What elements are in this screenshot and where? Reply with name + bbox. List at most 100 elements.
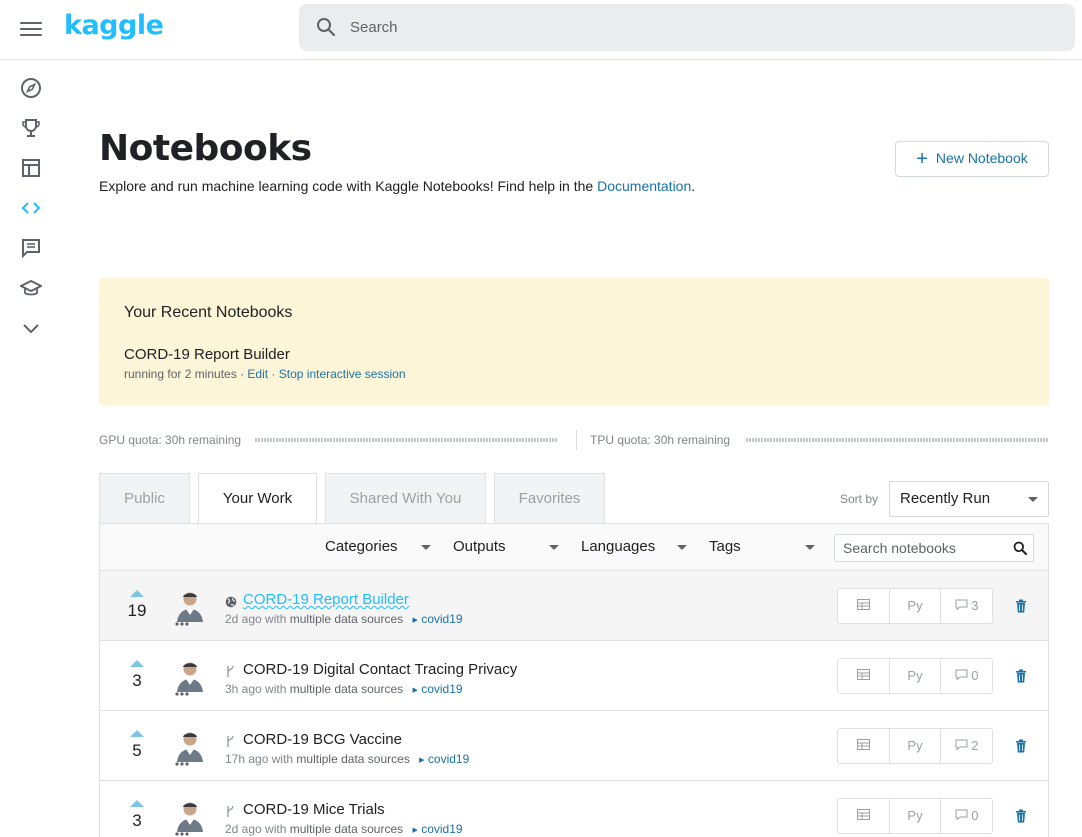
stop-session-link[interactable]: Stop interactive session <box>279 367 406 381</box>
notebook-meta: 2d ago with multiple data sources ▶︎ cov… <box>225 822 463 836</box>
notebook-search-input[interactable] <box>843 535 1008 561</box>
notebook-title[interactable]: CORD-19 Mice Trials <box>243 801 385 818</box>
notebook-sources[interactable]: multiple data sources <box>290 612 403 626</box>
notebook-sources[interactable]: multiple data sources <box>290 682 403 696</box>
compass-icon[interactable] <box>20 77 42 99</box>
new-notebook-button[interactable]: + New Notebook <box>895 141 1049 177</box>
notebook-row[interactable]: 5 CORD-19 BCG Vaccine 17h ago with multi… <box>100 710 1048 780</box>
upvote-icon[interactable] <box>130 800 144 807</box>
plus-icon: + <box>916 147 928 170</box>
trash-icon[interactable] <box>1015 809 1027 828</box>
language-badge[interactable]: Py <box>889 589 940 623</box>
notebook-title[interactable]: CORD-19 Report Builder <box>243 591 409 608</box>
outputs-filter[interactable]: Outputs <box>453 538 506 555</box>
separator: · <box>268 367 279 381</box>
notebook-row[interactable]: 3 CORD-19 Mice Trials 2d ago with multip… <box>100 780 1048 837</box>
notebook-tag[interactable]: ▶︎ covid19 <box>412 612 462 626</box>
upvote-icon[interactable] <box>130 730 144 737</box>
notebook-with: with <box>265 682 287 696</box>
menu-icon[interactable] <box>20 18 42 40</box>
comment-count: 0 <box>971 668 979 683</box>
comment-icon <box>955 808 968 823</box>
comments-button[interactable]: 0 <box>940 799 992 833</box>
notebook-sources[interactable]: multiple data sources <box>296 752 409 766</box>
sort-select[interactable]: Recently Run <box>889 481 1049 517</box>
separator: · <box>236 367 248 381</box>
notebook-tag[interactable]: ▶︎ covid19 <box>419 752 469 766</box>
table-icon <box>857 808 870 823</box>
notebook-row[interactable]: 19 CORD-19 Report Builder 2d ago with mu… <box>100 570 1048 640</box>
search-icon[interactable] <box>1013 541 1027 555</box>
language-badge[interactable]: Py <box>889 729 940 763</box>
comment-icon <box>955 598 968 613</box>
notebook-row[interactable]: 3 CORD-19 Digital Contact Tracing Privac… <box>100 640 1048 710</box>
data-output-button[interactable] <box>838 729 889 763</box>
chevron-down-icon[interactable] <box>20 317 42 339</box>
school-icon[interactable] <box>20 277 42 299</box>
notebook-title[interactable]: CORD-19 BCG Vaccine <box>243 731 402 748</box>
tab-your-work[interactable]: Your Work <box>198 473 317 525</box>
categories-filter[interactable]: Categories <box>325 538 398 555</box>
tags-filter-label: Tags <box>709 538 741 555</box>
notebook-sources[interactable]: multiple data sources <box>290 822 403 836</box>
dropdown-caret-icon <box>677 545 687 550</box>
language-badge[interactable]: Py <box>889 799 940 833</box>
upvote-icon[interactable] <box>130 590 144 597</box>
tag-icon: ▶︎ <box>419 757 425 764</box>
outputs-filter-label: Outputs <box>453 538 506 555</box>
data-output-button[interactable] <box>838 799 889 833</box>
comments-button[interactable]: 3 <box>940 589 992 623</box>
comment-count: 3 <box>971 598 979 613</box>
avatar[interactable] <box>172 588 208 626</box>
page-title: Notebooks <box>99 128 312 169</box>
notebook-tag[interactable]: ▶︎ covid19 <box>412 682 462 696</box>
fork-icon <box>225 735 235 753</box>
avatar[interactable] <box>172 798 208 836</box>
kaggle-logo[interactable]: kaggle <box>64 10 164 41</box>
notebook-age: 17h ago <box>225 752 269 766</box>
data-output-button[interactable] <box>838 589 889 623</box>
notebook-tag[interactable]: ▶︎ covid19 <box>412 822 462 836</box>
trash-icon[interactable] <box>1015 739 1027 758</box>
tags-filter[interactable]: Tags <box>709 538 741 555</box>
trash-icon[interactable] <box>1015 599 1027 618</box>
notebook-age: 2d ago <box>225 612 262 626</box>
recent-notebooks-title: Your Recent Notebooks <box>124 304 293 321</box>
trash-icon[interactable] <box>1015 669 1027 688</box>
top-bar: kaggle <box>0 0 1082 60</box>
edit-link[interactable]: Edit <box>247 367 268 381</box>
documentation-link[interactable]: Documentation <box>597 178 691 194</box>
code-icon[interactable] <box>20 197 42 219</box>
comments-icon[interactable] <box>20 237 42 259</box>
dropdown-caret-icon <box>1028 497 1038 502</box>
avatar[interactable] <box>172 728 208 766</box>
tab-public[interactable]: Public <box>99 473 190 524</box>
notebook-list: 19 CORD-19 Report Builder 2d ago with mu… <box>99 570 1049 837</box>
comments-button[interactable]: 2 <box>940 729 992 763</box>
notebook-with: with <box>265 612 287 626</box>
site-search-input[interactable] <box>350 4 1050 51</box>
site-search[interactable] <box>299 4 1075 51</box>
fork-icon <box>225 665 235 683</box>
comment-icon <box>955 738 968 753</box>
tag-label: covid19 <box>427 752 470 766</box>
table-icon <box>857 738 870 753</box>
tag-label: covid19 <box>421 682 463 696</box>
tab-shared-with-you[interactable]: Shared With You <box>325 473 486 524</box>
table-icon[interactable] <box>20 157 42 179</box>
notebook-meta: 17h ago with multiple data sources ▶︎ co… <box>225 752 469 766</box>
trophy-icon[interactable] <box>20 117 42 139</box>
upvote-icon[interactable] <box>130 660 144 667</box>
tab-favorites[interactable]: Favorites <box>494 473 605 524</box>
recent-notebook-name[interactable]: CORD-19 Report Builder <box>124 346 290 363</box>
globe-icon <box>225 595 237 613</box>
notebook-search[interactable] <box>834 534 1034 562</box>
language-badge[interactable]: Py <box>889 659 940 693</box>
notebook-meta: 3h ago with multiple data sources ▶︎ cov… <box>225 682 463 696</box>
languages-filter[interactable]: Languages <box>581 538 655 555</box>
notebook-title[interactable]: CORD-19 Digital Contact Tracing Privacy <box>243 661 517 678</box>
data-output-button[interactable] <box>838 659 889 693</box>
comments-button[interactable]: 0 <box>940 659 992 693</box>
tag-icon: ▶︎ <box>412 687 418 694</box>
avatar[interactable] <box>172 658 208 696</box>
